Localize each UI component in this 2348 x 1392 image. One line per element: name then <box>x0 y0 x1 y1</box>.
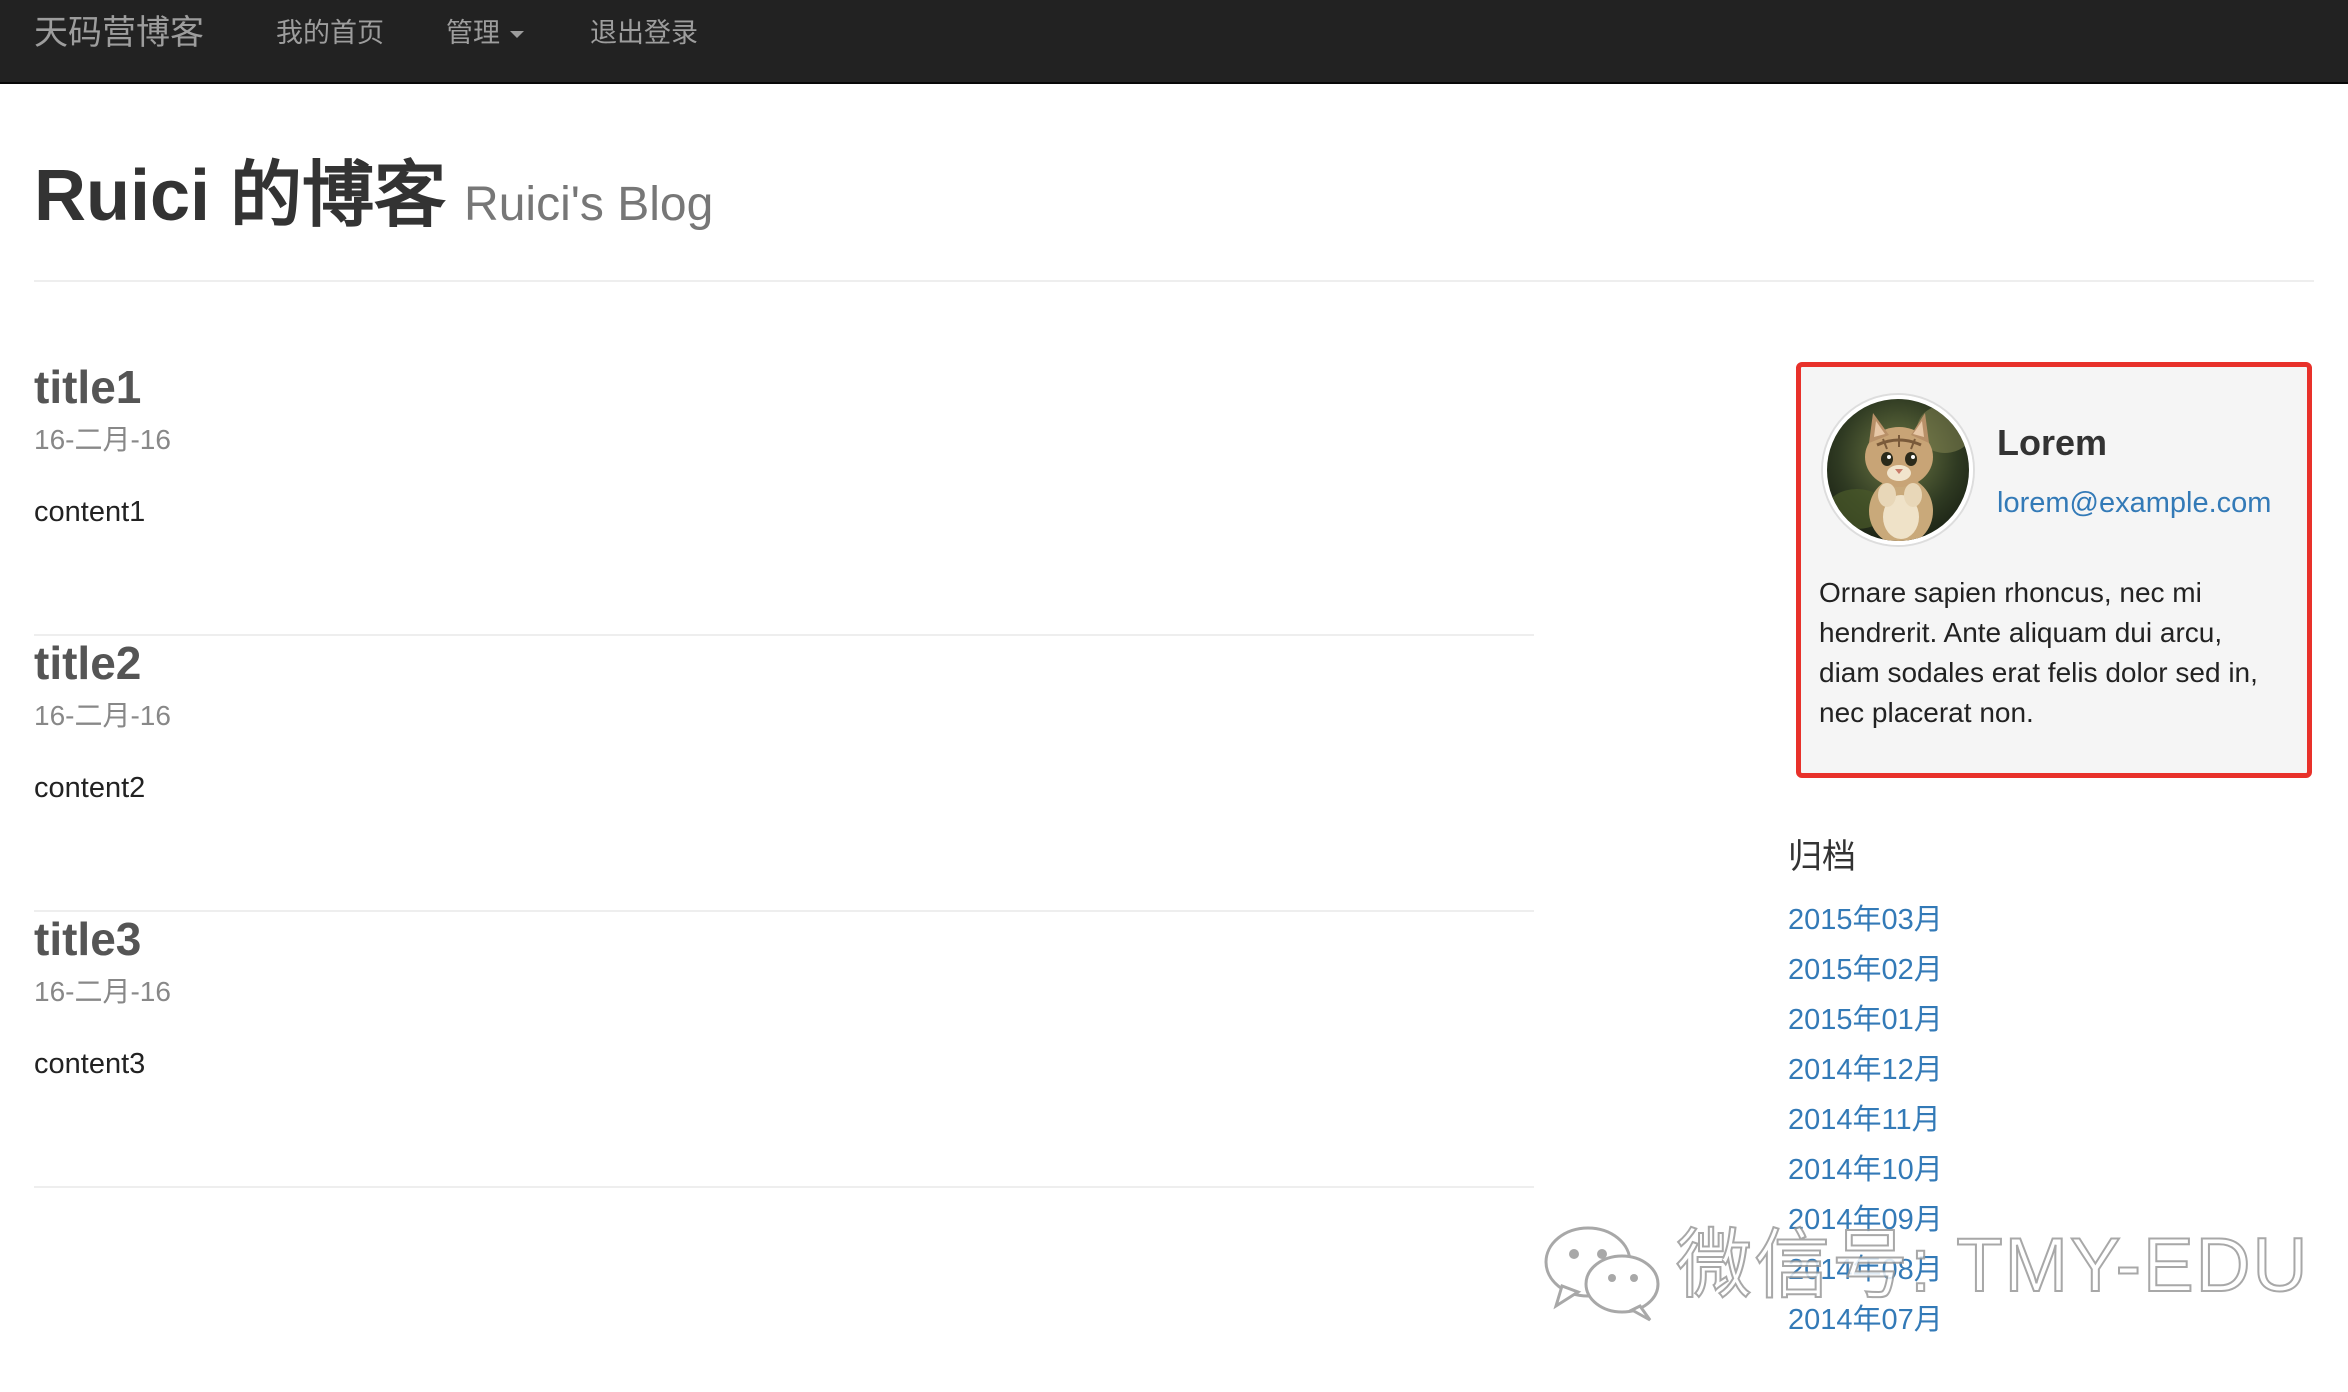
navbar-brand[interactable]: 天码营博客 <box>34 0 204 84</box>
archive-link[interactable]: 2015年02月 <box>1788 952 1943 1002</box>
archive-link[interactable]: 2014年12月 <box>1788 1052 1943 1102</box>
post-title[interactable]: title3 <box>34 916 141 962</box>
nav-logout-link[interactable]: 退出登录 <box>590 0 698 84</box>
post-item: title3 16-二月-16 content3 <box>34 912 1534 1188</box>
page-subtitle: Ruici's Blog <box>464 178 714 231</box>
post-date: 16-二月-16 <box>34 700 171 731</box>
post-item: title1 16-二月-16 content1 <box>34 360 1534 636</box>
page-title: Ruici 的博客 Ruici's Blog <box>34 160 713 232</box>
page-title-text: Ruici 的博客 <box>34 156 447 236</box>
nav-manage-label: 管理 <box>446 18 500 48</box>
profile-card: Lorem lorem@example.com Ornare sapien rh… <box>1796 362 2312 778</box>
post-list: title1 16-二月-16 content1 title2 16-二月-16… <box>34 360 1534 1188</box>
post-title[interactable]: title1 <box>34 364 141 410</box>
post-content: content1 <box>34 496 146 528</box>
profile-email-link[interactable]: lorem@example.com <box>1997 489 2271 518</box>
profile-name: Lorem <box>1997 422 2108 463</box>
post-content: content3 <box>34 1048 146 1080</box>
watermark-text: 微信号: TMY-EDU <box>1675 1223 2310 1308</box>
post-date: 16-二月-16 <box>34 976 171 1007</box>
page-header: Ruici 的博客 Ruici's Blog <box>34 150 2314 282</box>
post-date: 16-二月-16 <box>34 424 171 455</box>
caret-down-icon <box>510 31 524 39</box>
archive-heading: 归档 <box>1788 838 1856 876</box>
archive-link[interactable]: 2014年07月 <box>1788 1302 1943 1352</box>
post-content: content2 <box>34 772 146 804</box>
archive-link[interactable]: 2015年03月 <box>1788 902 1943 952</box>
archive-link[interactable]: 2014年10月 <box>1788 1152 1943 1202</box>
archive-link[interactable]: 2015年01月 <box>1788 1002 1943 1052</box>
post-item: title2 16-二月-16 content2 <box>34 636 1534 912</box>
archive-link[interactable]: 2014年11月 <box>1788 1102 1943 1152</box>
top-navbar: 天码营博客 我的首页 管理 退出登录 <box>0 0 2348 84</box>
nav-home-link[interactable]: 我的首页 <box>276 0 384 84</box>
post-title[interactable]: title2 <box>34 640 141 686</box>
avatar <box>1823 395 1973 545</box>
wechat-icon <box>1544 1226 1660 1322</box>
profile-bio: Ornare sapien rhoncus, nec mi hendrerit.… <box>1819 577 2258 728</box>
nav-manage-dropdown[interactable]: 管理 <box>446 0 524 84</box>
cat-avatar-icon <box>1827 399 1969 541</box>
